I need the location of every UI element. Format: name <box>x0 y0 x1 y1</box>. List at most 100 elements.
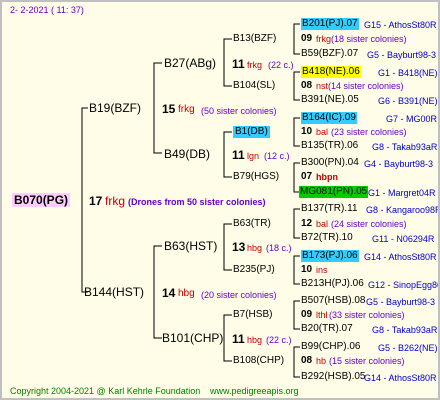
gen4-queen-9: B137(TR).11 <box>301 203 358 214</box>
gen4-queen-2: B59(BZF).07 <box>301 48 359 59</box>
gen4-info-11: G14 - AthosSt80R <box>364 252 437 262</box>
gen3-count-7: 09 <box>301 309 313 320</box>
gen4-queen-16: B292(HSB).05 <box>301 371 366 382</box>
gen3-count-5: 12 <box>301 218 313 229</box>
gen4-queen-10: B72(TR).10 <box>301 232 353 243</box>
connector-g2c-lower <box>223 246 232 271</box>
footer-url[interactable]: www.pedigreeapis.org <box>210 385 299 397</box>
gen3-race-3: bal <box>316 127 329 137</box>
gen4-info-14: G8 - Takab93aR <box>372 325 438 335</box>
gen3-race-8: hb <box>316 356 327 366</box>
gen4-info-12: G12 - SinopEgg86R <box>368 280 438 290</box>
connector-g2a-lower <box>223 63 232 87</box>
date-header: 2- 2-2021 ( 11: 37) <box>10 5 84 15</box>
gen4-info-16: G14 - AthosSt80R <box>364 373 437 383</box>
gen3-race-6: ins <box>316 265 328 275</box>
gen4-info-6: G8 - Takab93aR <box>372 142 438 152</box>
gen4-info-13: G5 - Bayburt98-3 <box>366 297 436 307</box>
gen4-info-4: G6 - B391(NE) <box>378 96 438 106</box>
gen3-queen-5: B63(TR) <box>233 218 271 229</box>
connector-g1b-upper <box>153 245 162 292</box>
gen4-queen-15: B99(CHP).06 <box>301 341 361 352</box>
gen1-queen-1: B19(BZF) <box>89 101 142 115</box>
gen1-count-2: 14 <box>162 286 176 300</box>
gen1-queen-2: B144(HST) <box>84 285 145 299</box>
gen3-count-6: 10 <box>301 264 313 275</box>
gen4-info-3: G1 - B418(NE) <box>378 68 438 78</box>
gen2-note-2: (12 c.) <box>264 151 290 161</box>
gen4-info-8: G1 - Margret04R <box>368 188 436 198</box>
connector-g2c-upper <box>223 223 232 246</box>
root-count: 17 <box>89 194 103 208</box>
gen3-queen-6: B235(PJ) <box>233 264 275 275</box>
gen1-note-2: (20 sister colonies) <box>201 290 277 300</box>
gen2-count-2: 11 <box>232 148 245 162</box>
gen4-queen-8: MG081(PN).05 <box>299 186 369 198</box>
connector-g2d-lower <box>223 338 232 362</box>
gen2-race-2: lgn <box>247 151 260 161</box>
gen3-note-3: (23 sister colonies) <box>331 127 407 137</box>
connector-g2a-upper <box>223 38 232 63</box>
gen4-queen-3: B418(NE).06 <box>301 66 361 78</box>
gen4-info-7: G4 - Bayburt98-3 <box>364 159 434 169</box>
gen4-queen-12: B213H(PJ).06 <box>301 278 364 289</box>
connector-g1a-upper <box>153 62 162 108</box>
pedigree-frame: 2- 2-2021 ( 11: 37) B070(PG) 17 frkg (Dr… <box>0 0 440 400</box>
connector-root-lower <box>81 200 88 293</box>
gen2-note-1: (22 c.) <box>268 60 294 70</box>
gen3-queen-2: B104(SL) <box>233 80 276 91</box>
connector-g2b-lower <box>223 153 232 178</box>
gen4-queen-4: B391(NE).05 <box>301 94 359 105</box>
connector-g1b-lower <box>153 292 162 339</box>
gen4-info-10: G11 - N06294R <box>372 234 435 244</box>
gen1-count-1: 15 <box>162 102 176 116</box>
gen2-note-3: (18 c.) <box>266 243 292 253</box>
connector-g2d-upper <box>223 314 232 338</box>
gen4-info-1: G15 - AthosSt80R <box>364 20 437 30</box>
gen4-queen-13: B507(HSB).08 <box>301 295 366 306</box>
gen4-queen-7: B300(PN).04 <box>301 157 359 168</box>
gen3-note-7: (33 sister colonies) <box>329 310 405 320</box>
gen2-queen-3: B63(HST) <box>164 239 218 253</box>
gen4-queen-11: B173(PJ).06 <box>301 250 359 262</box>
gen3-queen-7: B7(HSB) <box>233 309 273 320</box>
connector-g2b-upper <box>223 131 232 153</box>
gen2-count-1: 11 <box>232 57 245 71</box>
gen3-race-2: nst <box>316 81 329 91</box>
gen2-queen-2: B49(DB) <box>164 147 211 161</box>
gen4-queen-5: B164(IC).09 <box>301 112 357 124</box>
gen3-race-4: hbpn <box>316 172 338 182</box>
gen2-count-3: 13 <box>232 240 246 254</box>
gen3-race-5: bal <box>316 219 329 229</box>
gen4-info-9: G8 - Kangaroo98R <box>366 205 440 215</box>
gen2-note-4: (22 c.) <box>266 335 292 345</box>
gen3-count-4: 07 <box>301 171 313 182</box>
gen3-count-1: 09 <box>301 33 313 44</box>
root-race: frkg <box>105 194 126 208</box>
gen3-note-5: (24 sister colonies) <box>331 219 407 229</box>
gen1-note-1: (50 sister colonies) <box>201 106 277 116</box>
gen3-note-8: (15 sister colonies) <box>329 356 405 366</box>
gen1-race-2: hbg <box>178 288 195 299</box>
footer-copyright: Copyright 2004-2021 @ Karl Kehrle Founda… <box>10 386 201 396</box>
gen4-info-5: G7 - MG00R <box>386 114 438 124</box>
root-queen: B070(PG) <box>12 193 71 207</box>
gen3-queen-4: B79(HGS) <box>233 171 280 182</box>
gen3-count-3: 10 <box>301 126 313 137</box>
gen3-queen-1: B13(BZF) <box>233 33 277 44</box>
gen4-info-15: G5 - B262(NE) <box>378 343 438 353</box>
gen2-queen-1: B27(ABg) <box>164 56 217 70</box>
gen3-race-1: frkg <box>316 34 332 44</box>
gen3-queen-8: B108(CHP) <box>233 355 285 366</box>
gen3-note-2: (14 sister colonies) <box>328 81 404 91</box>
gen4-queen-6: B135(TR).06 <box>301 140 359 151</box>
gen3-count-8: 08 <box>301 355 313 366</box>
gen3-queen-3: B1(DB) <box>233 126 270 138</box>
gen3-count-2: 08 <box>301 80 313 91</box>
gen4-queen-1: B201(PJ).07 <box>301 18 359 30</box>
gen1-race-1: frkg <box>178 104 195 115</box>
gen2-race-3: hbg <box>247 243 263 253</box>
root-note: (Drones from 50 sister colonies) <box>128 197 266 207</box>
gen2-race-1: frkg <box>247 60 263 70</box>
gen4-info-2: G5 - Bayburt98-3 <box>367 50 437 60</box>
